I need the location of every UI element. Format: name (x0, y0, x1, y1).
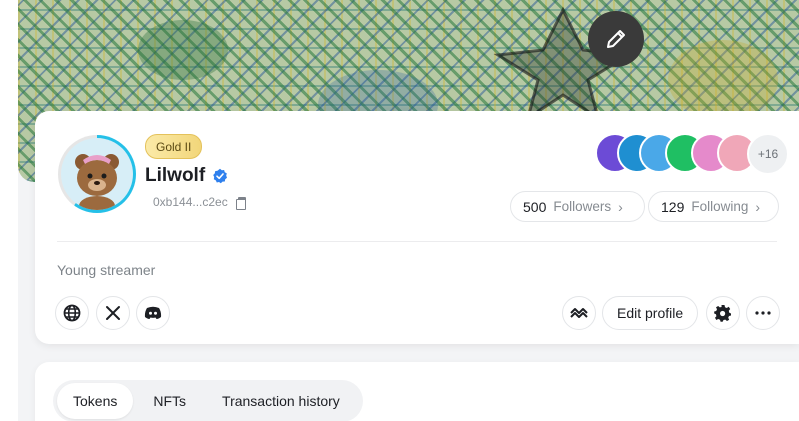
edit-banner-button[interactable] (588, 11, 644, 67)
wallet-address-text: 0xb144...c2ec (153, 195, 228, 209)
profile-bio: Young streamer (57, 262, 156, 278)
tab-transaction-history[interactable]: Transaction history (206, 383, 356, 419)
profile-name-text: Lilwolf (145, 165, 206, 186)
followers-label: Followers (553, 199, 612, 214)
more-avatars-count[interactable]: +16 (747, 133, 789, 175)
banner-pattern (138, 20, 228, 80)
content-card: Tokens NFTs Transaction history (35, 362, 799, 421)
more-horizontal-icon (755, 311, 771, 315)
avatar[interactable] (58, 135, 136, 213)
copy-icon[interactable] (235, 196, 246, 210)
verified-icon (213, 168, 228, 184)
wave-icon (570, 308, 588, 318)
banner-pattern (668, 40, 778, 120)
avatar-image (61, 138, 133, 210)
gear-icon (714, 305, 731, 322)
edit-profile-button[interactable]: Edit profile (602, 296, 699, 330)
tab-bar: Tokens NFTs Transaction history (53, 380, 363, 421)
settings-button[interactable] (706, 296, 740, 330)
following-button[interactable]: 129 Following › (648, 191, 779, 222)
chevron-right-icon: › (618, 198, 623, 215)
tier-badge: Gold II (145, 134, 203, 159)
tab-nfts[interactable]: NFTs (137, 383, 202, 419)
profile-card: Gold II Lilwolf 0xb144...c2ec +16 500 Fo… (35, 111, 799, 344)
website-link-button[interactable] (55, 296, 89, 330)
divider (57, 241, 777, 242)
discord-link-button[interactable] (136, 296, 170, 330)
follower-avatars[interactable]: +16 (595, 133, 789, 175)
x-link-button[interactable] (96, 296, 130, 330)
followers-count: 500 (523, 198, 547, 215)
left-panel-edge (0, 0, 18, 421)
x-icon (106, 306, 120, 320)
following-label: Following (691, 199, 749, 214)
discord-icon (144, 306, 162, 319)
pencil-icon (607, 30, 625, 48)
wallet-address: 0xb144...c2ec (153, 195, 246, 210)
more-options-button[interactable] (746, 296, 780, 330)
stream-button[interactable] (562, 296, 596, 330)
tab-tokens[interactable]: Tokens (57, 383, 134, 419)
profile-name: Lilwolf (145, 165, 228, 187)
following-count: 129 (661, 198, 685, 215)
globe-icon (63, 304, 81, 322)
followers-button[interactable]: 500 Followers › (510, 191, 645, 222)
chevron-right-icon: › (755, 198, 761, 215)
